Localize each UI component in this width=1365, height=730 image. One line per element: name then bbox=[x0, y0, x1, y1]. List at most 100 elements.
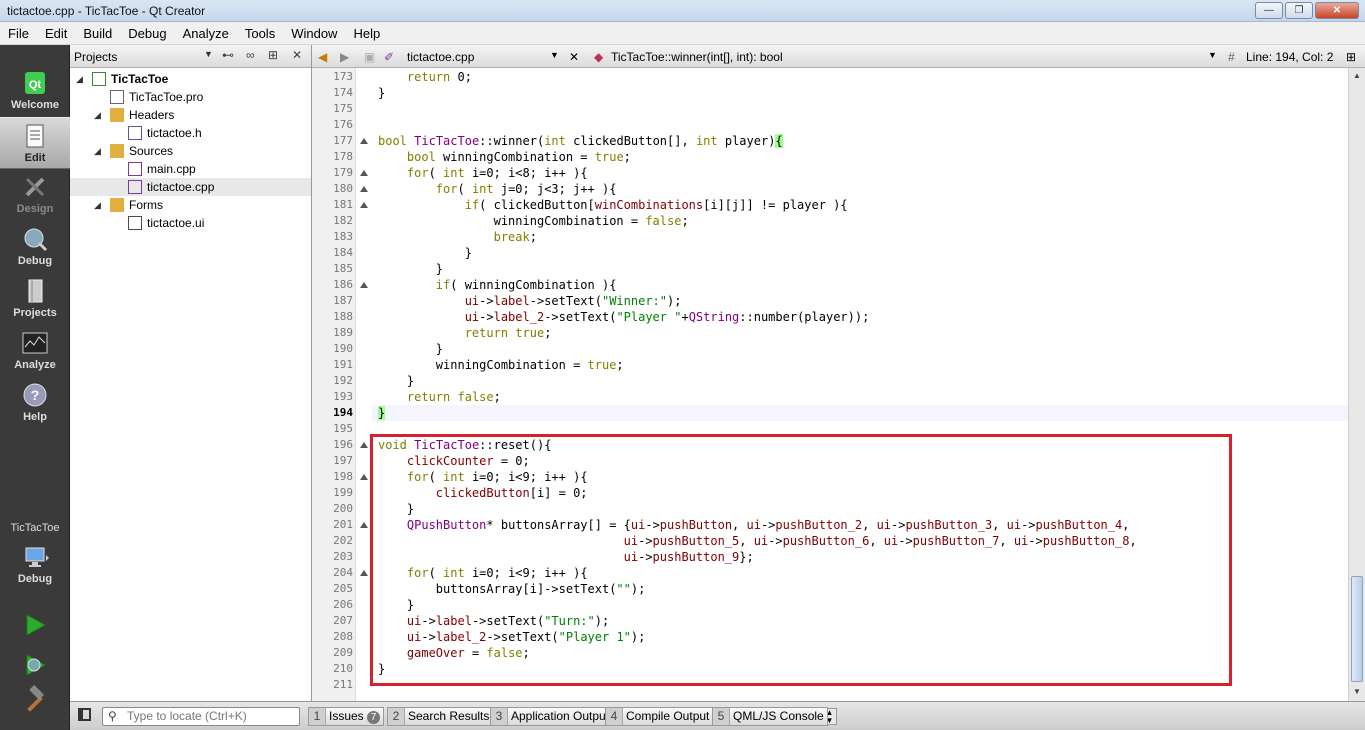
tree-item[interactable]: ◢ Sources bbox=[70, 142, 311, 160]
code-token: winningCombination = bbox=[378, 358, 588, 372]
debug-run-icon[interactable] bbox=[20, 650, 50, 680]
expand-arrow-icon[interactable]: ◢ bbox=[94, 142, 101, 160]
fold-arrow-icon[interactable] bbox=[360, 202, 368, 208]
menu-item-debug[interactable]: Debug bbox=[120, 22, 174, 44]
fold-arrow-icon[interactable] bbox=[360, 186, 368, 192]
menu-item-analyze[interactable]: Analyze bbox=[175, 22, 237, 44]
back-arrow-icon[interactable]: ◀ bbox=[318, 50, 327, 64]
menu-item-file[interactable]: File bbox=[0, 22, 37, 44]
tree-item[interactable]: tictactoe.cpp bbox=[70, 178, 311, 196]
mode-analyze[interactable]: Analyze bbox=[0, 325, 70, 377]
open-file-selector[interactable]: tictactoe.cpp bbox=[407, 50, 474, 64]
forward-arrow-icon[interactable]: ▶ bbox=[340, 50, 349, 64]
code-line: if( winningCombination ){ bbox=[378, 277, 617, 293]
fold-arrow-icon[interactable] bbox=[360, 170, 368, 176]
editor-scrollbar[interactable]: ▲ ▼ bbox=[1348, 68, 1365, 701]
code-line: } bbox=[378, 85, 385, 101]
close-button[interactable]: ✕ bbox=[1315, 2, 1359, 19]
mode-welcome[interactable]: Qt Welcome bbox=[0, 65, 70, 117]
panel-selector[interactable]: Projects bbox=[74, 50, 117, 64]
output-tab-qml-js-console[interactable]: 5 QML/JS Console bbox=[712, 707, 828, 726]
output-tab-search-results[interactable]: 2 Search Results bbox=[387, 707, 494, 726]
output-pane-bar: ⚲ Type to locate (Ctrl+K) ▲ ▼ 1 Issues 7 2 Se… bbox=[70, 701, 1365, 730]
link-icon[interactable]: ∞ bbox=[246, 48, 255, 62]
close-icon[interactable]: ✕ bbox=[292, 48, 302, 62]
folder-file-icon bbox=[110, 108, 124, 122]
tree-item[interactable]: tictactoe.h bbox=[70, 124, 311, 142]
symbol-selector[interactable]: TicTacToe::winner(int[], int): bool bbox=[611, 50, 783, 64]
code-token: } bbox=[378, 246, 472, 260]
chevron-down-icon[interactable]: ▼ bbox=[1208, 50, 1217, 60]
chevron-down-icon[interactable]: ▼ bbox=[204, 49, 213, 59]
scroll-down-icon[interactable]: ▼ bbox=[1350, 685, 1364, 699]
output-tab-compile-output[interactable]: 4 Compile Output bbox=[605, 707, 714, 726]
tree-item[interactable]: tictactoe.ui bbox=[70, 214, 311, 232]
scrollbar-thumb[interactable] bbox=[1351, 576, 1363, 682]
tree-item-label: TicTacToe.pro bbox=[129, 90, 204, 104]
code-line: bool TicTacToe::winner(int clickedButton… bbox=[378, 133, 783, 149]
mode-debug[interactable]: Debug bbox=[0, 221, 70, 273]
fold-arrow-icon[interactable] bbox=[360, 474, 368, 480]
mode-projects[interactable]: Projects bbox=[0, 273, 70, 325]
close-document-icon[interactable]: ✕ bbox=[569, 50, 579, 64]
expand-arrow-icon[interactable]: ◢ bbox=[76, 70, 83, 88]
code-line: return 0; bbox=[378, 69, 472, 85]
tree-item[interactable]: TicTacToe.pro bbox=[70, 88, 311, 106]
minimize-button[interactable]: — bbox=[1255, 2, 1283, 19]
pro-file-icon bbox=[110, 90, 124, 104]
edit-document-icon bbox=[26, 124, 44, 148]
code-token: ; bbox=[493, 390, 501, 404]
output-tab-issues[interactable]: 1 Issues 7 bbox=[308, 707, 385, 726]
maximize-button[interactable]: ❐ bbox=[1285, 2, 1313, 19]
title-bar: tictactoe.cpp - TicTacToe - Qt Creator —… bbox=[0, 0, 1365, 22]
code-token: winningCombination = bbox=[435, 150, 595, 164]
tree-item[interactable]: ◢ Headers bbox=[70, 106, 311, 124]
tab-label: QML/JS Console bbox=[733, 709, 824, 723]
mode-help[interactable]: ? Help bbox=[0, 377, 70, 429]
project-tree: ◢ TicTacToe TicTacToe.pro ◢ Headers tictactoe… bbox=[70, 68, 311, 232]
menu-item-build[interactable]: Build bbox=[75, 22, 120, 44]
highlight-annotation-box bbox=[370, 434, 1232, 686]
locator-input[interactable]: ⚲ Type to locate (Ctrl+K) bbox=[102, 707, 300, 726]
menu-item-edit[interactable]: Edit bbox=[37, 22, 75, 44]
line-number: 176 bbox=[333, 118, 353, 131]
search-icon: ⚲ bbox=[108, 709, 117, 723]
run-icon[interactable] bbox=[20, 610, 50, 640]
toggle-sidebar-icon[interactable] bbox=[78, 708, 91, 721]
filter-icon[interactable]: ⊷ bbox=[222, 48, 234, 62]
tab-label: Compile Output bbox=[626, 709, 710, 723]
line-number: 194 bbox=[333, 406, 353, 419]
mode-edit[interactable]: Edit bbox=[0, 117, 70, 169]
code-token: i=0; i<8; i++ ){ bbox=[464, 166, 588, 180]
menu-item-tools[interactable]: Tools bbox=[237, 22, 283, 44]
fold-arrow-icon[interactable] bbox=[360, 570, 368, 576]
line-number: 183 bbox=[333, 230, 353, 243]
split-icon[interactable]: ⊞ bbox=[268, 48, 278, 62]
fold-arrow-icon[interactable] bbox=[360, 522, 368, 528]
fold-arrow-icon[interactable] bbox=[360, 442, 368, 448]
mode-design[interactable]: Design bbox=[0, 169, 70, 221]
build-hammer-icon[interactable] bbox=[20, 685, 50, 715]
tree-item[interactable]: ◢ TicTacToe bbox=[70, 70, 311, 88]
code-token: ; bbox=[544, 326, 552, 340]
code-token: int bbox=[695, 134, 718, 148]
window-title: tictactoe.cpp - TicTacToe - Qt Creator bbox=[7, 4, 206, 18]
kit-selector[interactable]: Debug bbox=[0, 539, 70, 589]
tree-item[interactable]: main.cpp bbox=[70, 160, 311, 178]
split-editor-icon[interactable]: ⊞ bbox=[1346, 50, 1356, 64]
menu-item-help[interactable]: Help bbox=[345, 22, 388, 44]
expand-arrow-icon[interactable]: ◢ bbox=[94, 196, 101, 214]
expand-arrow-icon[interactable]: ◢ bbox=[94, 106, 101, 124]
tree-item[interactable]: ◢ Forms bbox=[70, 196, 311, 214]
chevron-down-icon[interactable]: ▼ bbox=[550, 50, 559, 60]
cursor-position[interactable]: Line: 194, Col: 2 bbox=[1246, 50, 1333, 64]
fold-arrow-icon[interactable] bbox=[360, 138, 368, 144]
mode-label: Welcome bbox=[10, 99, 60, 111]
scroll-up-icon[interactable]: ▲ bbox=[1350, 69, 1364, 83]
menu-item-window[interactable]: Window bbox=[283, 22, 345, 44]
fold-arrow-icon[interactable] bbox=[360, 282, 368, 288]
debug-bug-icon bbox=[24, 228, 48, 252]
tree-item-label: Sources bbox=[129, 144, 174, 158]
output-tab-application-output[interactable]: 3 Application Output bbox=[490, 707, 614, 726]
